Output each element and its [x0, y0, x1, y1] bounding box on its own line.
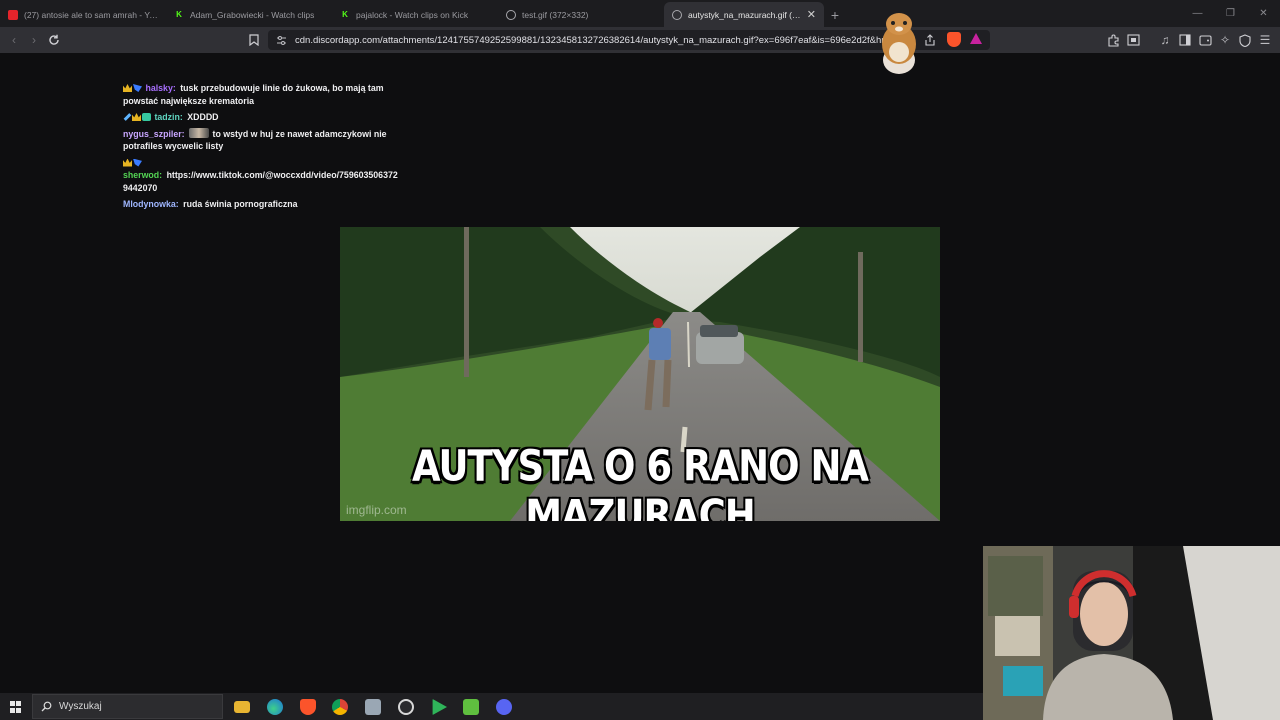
tab-pajalock-clips[interactable]: K pajalock - Watch clips on Kick — [332, 2, 498, 27]
sub-badge-icon — [133, 158, 142, 167]
tab-autystyk-gif[interactable]: autystyk_na_mazurach.gif (360× ✕ — [664, 2, 824, 27]
crown-badge-icon — [123, 158, 132, 167]
gif-watermark: imgflip.com — [346, 503, 407, 517]
taskbar-search[interactable]: Wyszukaj — [32, 694, 223, 719]
forward-icon[interactable]: › — [26, 32, 42, 48]
gif-caption: AUTYSTA O 6 RANO NA MAZURACH — [411, 441, 869, 521]
globe-icon — [672, 9, 682, 20]
tab-title: Adam_Grabowiecki - Watch clips — [190, 9, 315, 20]
back-icon[interactable]: ‹ — [6, 32, 22, 48]
chat-text: ruda świnia pornograficzna — [183, 199, 298, 209]
chat-text: XDDDD — [187, 112, 219, 122]
file-explorer-icon[interactable] — [234, 701, 250, 713]
menu-icon[interactable]: ☰ — [1257, 32, 1273, 48]
maximize-icon[interactable]: ❐ — [1214, 0, 1247, 27]
sword-badge-icon — [123, 113, 132, 121]
extensions-icon[interactable] — [1105, 32, 1121, 48]
browser-toolbar: ‹ › cdn.discordapp.com/attachments/12417… — [0, 27, 1280, 53]
reload-icon[interactable] — [46, 32, 62, 48]
browser-tab-strip: (27) antosie ale to sam amrah - YouTube … — [0, 0, 1280, 27]
media-player-icon[interactable] — [432, 699, 447, 715]
chat-message: tadzin: XDDDD — [123, 111, 398, 124]
tab-title: test.gif (372×332) — [522, 9, 589, 20]
minimize-icon[interactable]: — — [1181, 0, 1214, 27]
search-placeholder: Wyszukaj — [59, 701, 102, 712]
search-icon — [41, 701, 52, 712]
globe-icon — [506, 9, 516, 20]
music-icon[interactable]: ♫ — [1157, 32, 1173, 48]
wallet-icon[interactable] — [1197, 32, 1213, 48]
leo-ai-icon[interactable]: ✧ — [1217, 32, 1233, 48]
kick-icon: K — [176, 10, 182, 19]
site-settings-icon[interactable] — [276, 35, 287, 46]
brave-shields-icon[interactable] — [947, 32, 961, 47]
close-tab-icon[interactable]: ✕ — [801, 8, 816, 21]
screen: (27) antosie ale to sam amrah - YouTube … — [0, 0, 1280, 720]
gem-badge-icon — [142, 113, 151, 121]
brave-rewards-icon[interactable] — [970, 33, 982, 44]
chat-message: nygus_szpiler: to wstyd w huj ze nawet a… — [123, 127, 398, 153]
webcam-feed — [983, 546, 1280, 720]
screenshot-icon[interactable] — [1125, 32, 1141, 48]
edge-icon[interactable] — [267, 699, 283, 715]
vpn-shield-icon[interactable] — [1237, 32, 1253, 48]
chat-overlay: halsky: tusk przebudowuje linie do żukow… — [123, 82, 398, 215]
tab-adam-clips[interactable]: K Adam_Grabowiecki - Watch clips — [166, 2, 332, 27]
windows-start-icon[interactable] — [10, 701, 22, 713]
windows-taskbar: Wyszukaj — [0, 693, 983, 720]
close-window-icon[interactable]: ✕ — [1247, 0, 1280, 27]
tab-test-gif[interactable]: test.gif (372×332) — [498, 2, 664, 27]
chat-username: sherwod: — [123, 170, 163, 180]
bookmark-icon[interactable] — [246, 32, 262, 48]
youtube-icon — [8, 9, 18, 20]
brave-taskbar-icon[interactable] — [300, 699, 316, 715]
kick-icon: K — [342, 10, 348, 19]
new-tab-button[interactable]: + — [824, 2, 846, 27]
app-icon[interactable] — [463, 699, 479, 715]
hamster-overlay-image — [882, 13, 916, 74]
share-icon[interactable] — [922, 32, 938, 48]
sub-badge-icon — [133, 84, 142, 92]
sidebar-icon[interactable] — [1177, 32, 1193, 48]
window-controls: — ❐ ✕ — [1181, 0, 1280, 27]
tab-title: (27) antosie ale to sam amrah - YouTube — [24, 9, 158, 20]
chat-username: Mlodynowka: — [123, 199, 179, 209]
chat-message: halsky: tusk przebudowuje linie do żukow… — [123, 82, 398, 107]
chat-username: halsky: — [145, 83, 176, 93]
discord-icon[interactable] — [488, 693, 520, 720]
tab-title: autystyk_na_mazurach.gif (360× — [688, 9, 801, 20]
emote-icon — [189, 127, 210, 138]
chat-message: sherwod: https://www.tiktok.com/@woccxdd… — [123, 157, 398, 195]
gif-image[interactable]: AUTYSTA O 6 RANO NA MAZURACH imgflip.com — [340, 227, 940, 521]
crown-badge-icon — [123, 84, 132, 92]
chat-username: nygus_szpiler: — [123, 128, 185, 139]
chat-message: Mlodynowka: ruda świnia pornograficzna — [123, 198, 398, 211]
tab-youtube[interactable]: (27) antosie ale to sam amrah - YouTube — [0, 2, 166, 27]
obs-icon[interactable] — [398, 699, 414, 715]
app-icon[interactable] — [365, 699, 381, 715]
chat-username: tadzin: — [154, 112, 183, 122]
chat-text: https://www.tiktok.com/@woccxdd/video/75… — [123, 170, 398, 193]
chrome-icon[interactable] — [332, 699, 348, 715]
webcam-image — [983, 546, 1280, 720]
tab-title: pajalock - Watch clips on Kick — [356, 9, 469, 20]
url-text: cdn.discordapp.com/attachments/124175574… — [295, 34, 895, 46]
crown-badge-icon — [132, 113, 141, 121]
